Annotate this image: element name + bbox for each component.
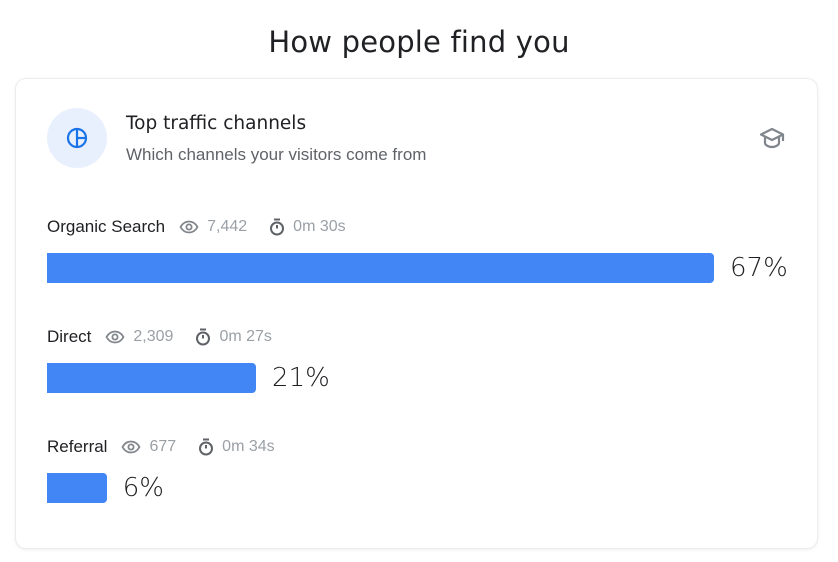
avg-time-value: 0m 34s (222, 438, 275, 455)
channel-bar (47, 253, 714, 283)
channel-row-referral: Referral 677 0m 34s 6% (47, 435, 807, 503)
channel-percent: 21% (272, 363, 330, 393)
graduation-cap-icon[interactable] (758, 126, 786, 150)
eye-icon (105, 330, 125, 344)
channel-views: 677 (121, 438, 176, 456)
avg-time-value: 0m 27s (219, 328, 272, 345)
eye-icon (179, 220, 199, 234)
channel-row-direct: Direct 2,309 0m 27s 21% (47, 325, 807, 393)
channel-name: Direct (47, 327, 92, 346)
timer-icon (196, 328, 211, 346)
channel-avg-time: 0m 30s (269, 218, 346, 236)
page-title: How people find you (268, 25, 570, 60)
views-value: 2,309 (133, 328, 174, 345)
channel-percent: 6% (122, 473, 164, 503)
channel-name: Referral (47, 437, 108, 456)
pie-chart-icon (47, 108, 107, 168)
channel-avg-time: 0m 27s (195, 328, 272, 346)
channel-avg-time: 0m 34s (198, 438, 275, 456)
timer-icon (270, 218, 285, 236)
channel-bar (47, 363, 257, 393)
views-value: 7,442 (207, 218, 248, 235)
channel-views: 2,309 (105, 328, 173, 346)
card-subtitle: Which channels your visitors come from (126, 145, 427, 164)
channel-percent: 67% (730, 253, 788, 283)
avg-time-value: 0m 30s (293, 218, 346, 235)
eye-icon (121, 440, 141, 454)
traffic-channels-card: Top traffic channels Which channels your… (16, 79, 817, 548)
views-value: 677 (149, 438, 177, 455)
timer-icon (199, 438, 214, 456)
channel-name: Organic Search (47, 217, 166, 236)
channel-views: 7,442 (179, 218, 247, 236)
channel-bar (47, 473, 107, 503)
channel-row-organic-search: Organic Search 7,442 0m 30s 67% (47, 215, 807, 283)
card-title: Top traffic channels (126, 113, 307, 134)
